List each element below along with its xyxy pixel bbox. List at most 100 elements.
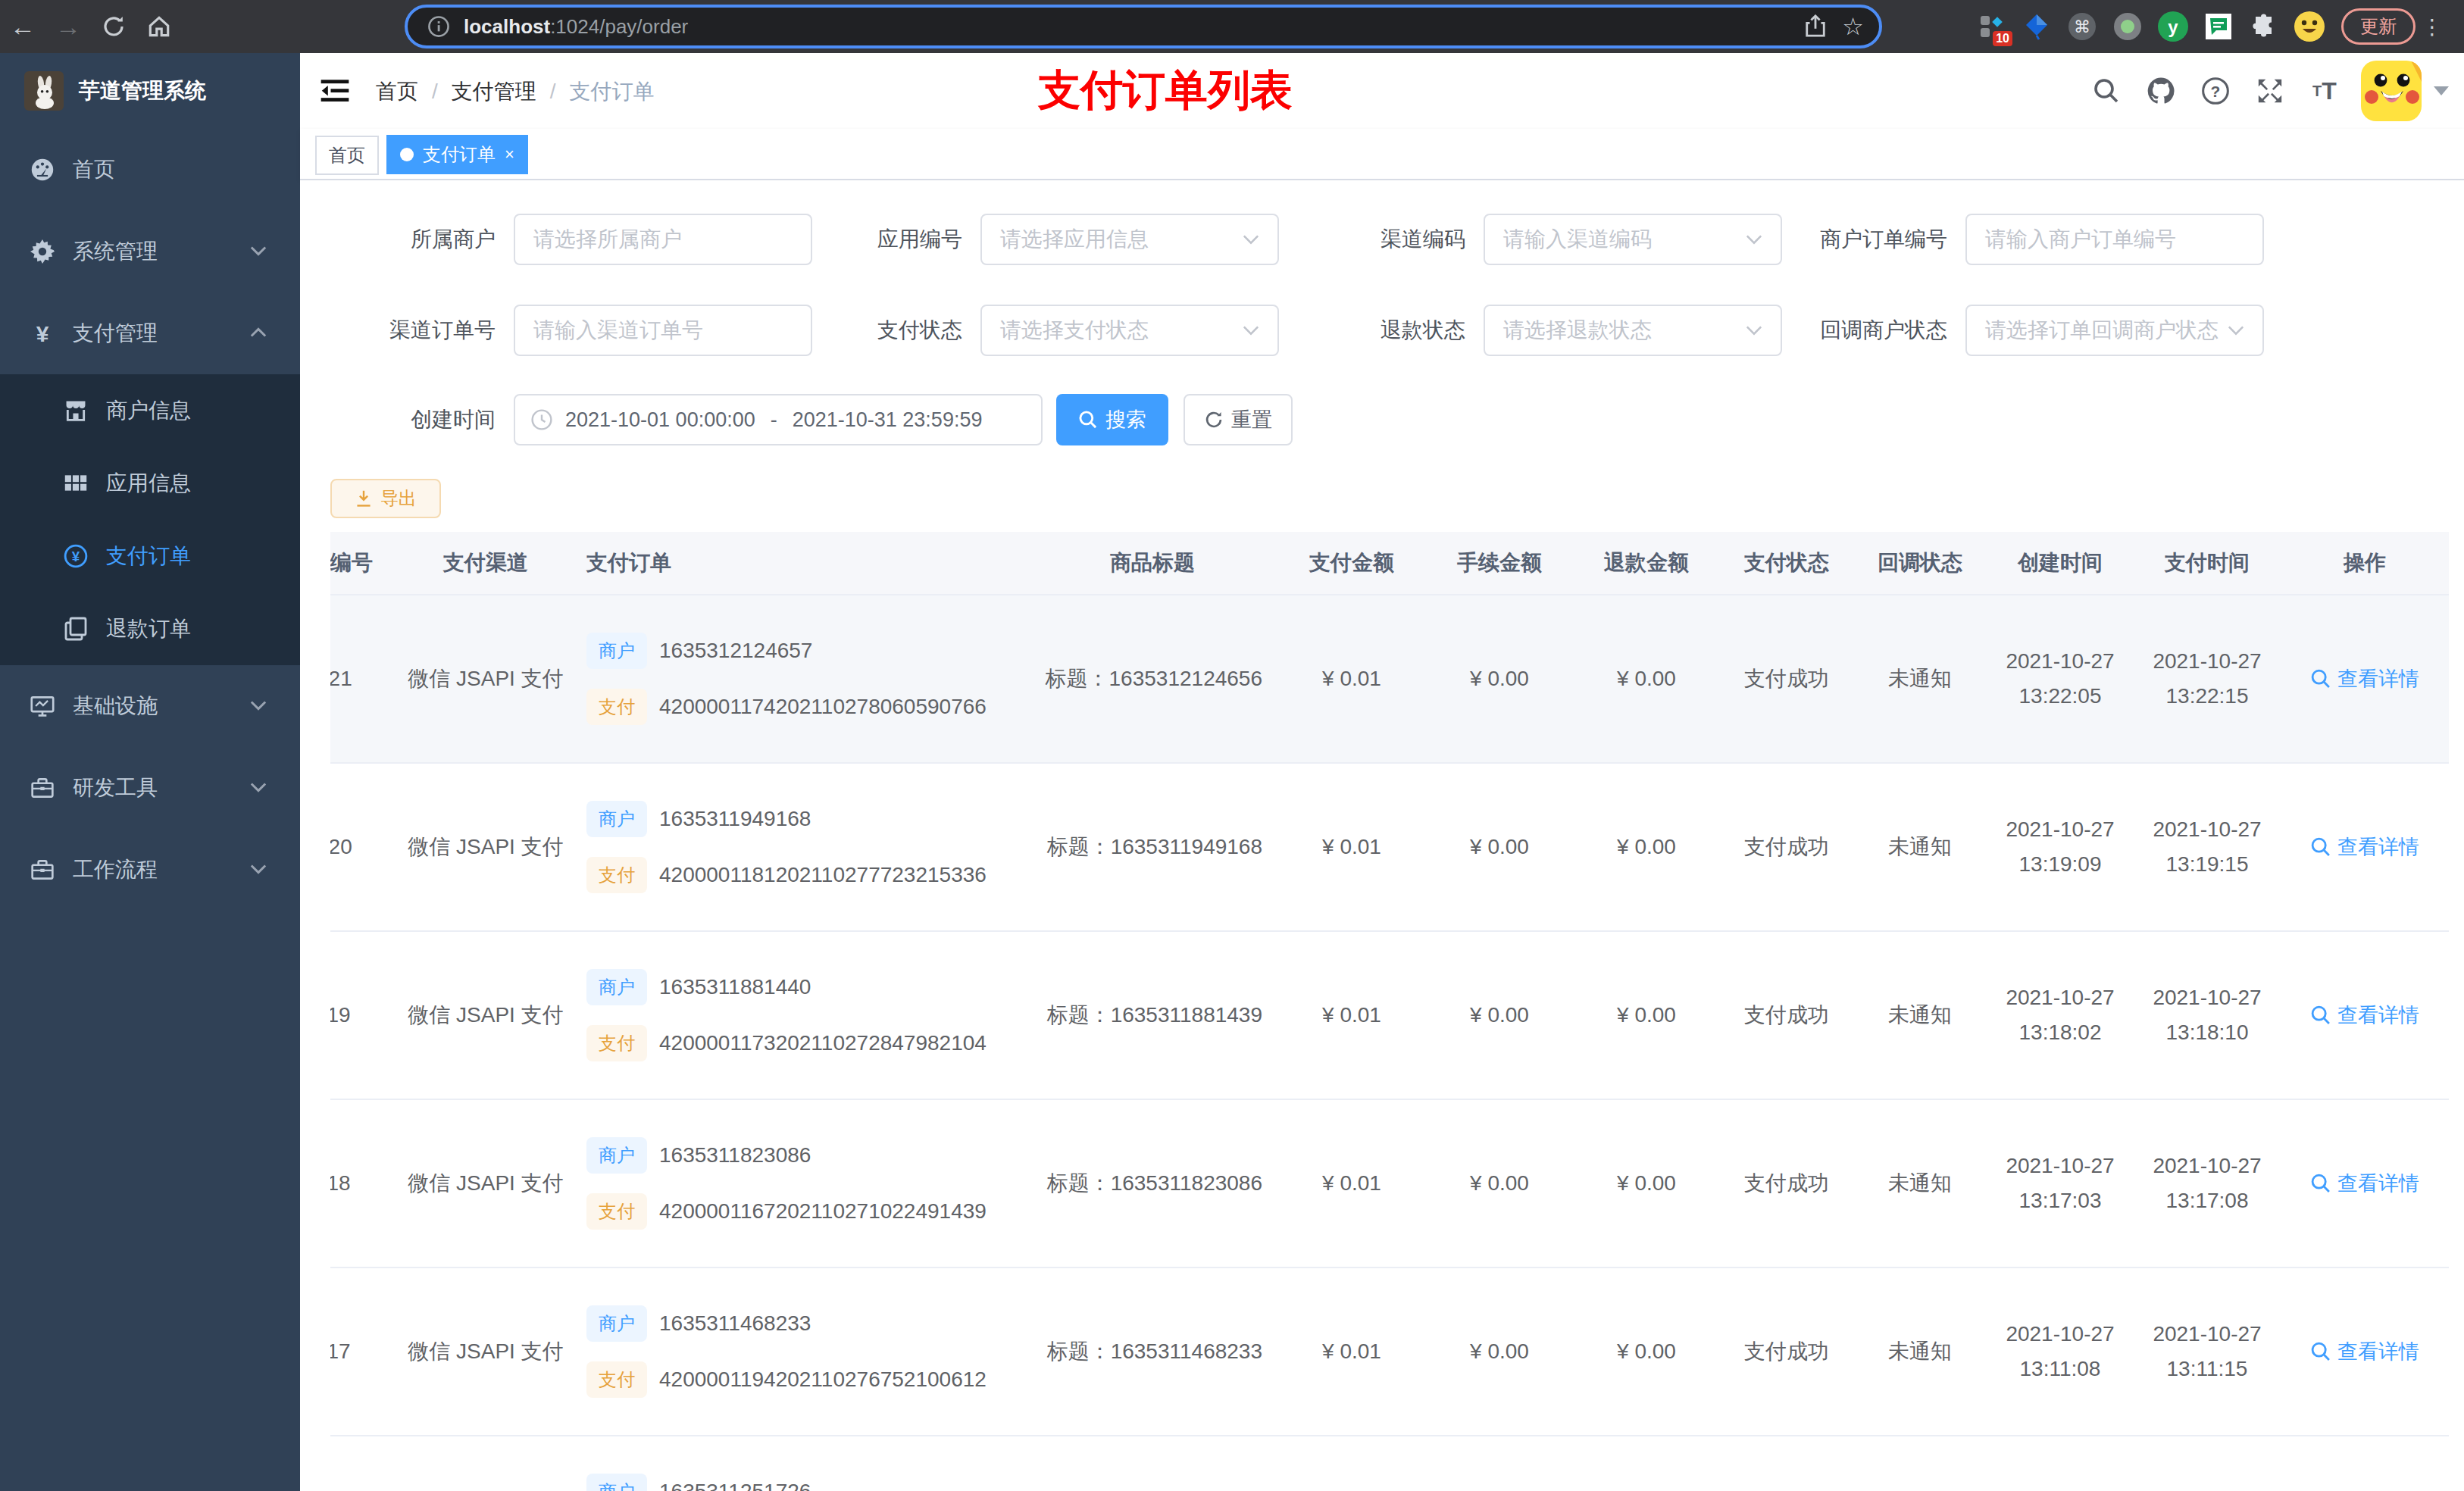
sidebar-toggle-icon[interactable] — [318, 74, 352, 108]
column-header-payTime[interactable]: 支付时间 — [2134, 549, 2281, 577]
breadcrumb-separator: / — [432, 80, 438, 104]
sidebar-item-4[interactable]: 研发工具 — [0, 747, 300, 829]
cell-amount: ¥ 0.01 — [1277, 932, 1426, 1099]
cell-order: 商户1635311881440支付42000011732021102728479… — [580, 932, 1027, 1099]
reset-button[interactable]: 重置 — [1184, 394, 1293, 445]
sidebar-item-label: 首页 — [73, 155, 115, 184]
sidebar-item-3[interactable]: 基础设施 — [0, 665, 300, 747]
column-header-id[interactable]: 编号 — [330, 549, 391, 577]
extension-y-icon[interactable]: y — [2150, 4, 2196, 49]
cell-fee: ¥ 0.00 — [1426, 932, 1573, 1099]
placeholder: 请输入商户订单编号 — [1985, 225, 2176, 254]
user-avatar[interactable] — [2361, 61, 2422, 121]
cell-action — [2281, 1436, 2449, 1491]
briefcase-icon — [30, 857, 55, 883]
tag-view-tab-支付订单[interactable]: 支付订单× — [386, 135, 528, 174]
logo-image — [24, 71, 64, 111]
column-header-notifyStatus[interactable]: 回调状态 — [1853, 549, 1987, 577]
sidebar-item-0[interactable]: 首页 — [0, 129, 300, 211]
profile-avatar-icon[interactable] — [2287, 4, 2332, 49]
sidebar-item-label: 研发工具 — [73, 774, 158, 802]
monitor-icon — [30, 693, 55, 719]
browser-update-button[interactable]: 更新 — [2341, 8, 2416, 45]
cell-order: 商户1635312124657支付42000011742021102780605… — [580, 595, 1027, 762]
extension-command-icon[interactable]: ⌘ — [2059, 4, 2105, 49]
github-icon[interactable] — [2134, 53, 2188, 129]
breadcrumb-item[interactable]: 首页 — [376, 77, 418, 106]
share-icon[interactable] — [1804, 14, 1827, 39]
cell-notifyStatus: 未通知 — [1853, 1100, 1987, 1267]
font-size-icon[interactable]: TT — [2297, 53, 2352, 129]
cell-order: 商户1635311251726支付 — [580, 1436, 1027, 1491]
cell-refund: ¥ 0.00 — [1573, 764, 1720, 930]
sidebar-subitem-应用信息[interactable]: 应用信息 — [0, 447, 300, 520]
cell-title: 标题：1635312124656 — [1027, 595, 1277, 762]
sidebar-subitem-支付订单[interactable]: ¥支付订单 — [0, 520, 300, 592]
column-header-amount[interactable]: 支付金额 — [1277, 549, 1426, 577]
active-tab-dot — [400, 148, 414, 161]
column-header-action[interactable]: 操作 — [2281, 549, 2449, 577]
browser-menu-icon[interactable]: ⋮ — [2422, 14, 2443, 39]
extension-kite-icon[interactable] — [2014, 4, 2059, 49]
cell-id: 117 — [330, 1268, 391, 1435]
merchant-tag: 商户 — [586, 1305, 647, 1342]
extension-dot-icon[interactable] — [2105, 4, 2150, 49]
extension-chat-icon[interactable] — [2196, 4, 2241, 49]
fullscreen-icon[interactable] — [2243, 53, 2297, 129]
filter-input-商户订单编号[interactable]: 请输入商户订单编号 — [1965, 214, 2264, 265]
avatar-caret-icon[interactable] — [2434, 86, 2449, 95]
column-header-refund[interactable]: 退款金额 — [1573, 549, 1720, 577]
reload-button[interactable] — [91, 4, 136, 49]
cell-fee: ¥ 0.00 — [1426, 1100, 1573, 1267]
svg-text:¥: ¥ — [72, 549, 80, 564]
tag-view-tab-首页[interactable]: 首页 — [315, 136, 379, 175]
breadcrumb-item: 支付订单 — [570, 77, 655, 106]
svg-text:¥: ¥ — [36, 321, 49, 346]
sidebar-item-label: 工作流程 — [73, 855, 158, 884]
sidebar-subitem-退款订单[interactable]: 退款订单 — [0, 592, 300, 665]
cell-fee: ¥ 0.00 — [1426, 1268, 1573, 1435]
grid-icon — [64, 470, 88, 496]
merchant-tag: 商户 — [586, 633, 647, 669]
create-time-range-picker[interactable]: 2021-10-01 00:00:00 - 2021-10-31 23:59:5… — [514, 394, 1043, 445]
header-search-icon[interactable] — [2079, 53, 2134, 129]
back-button[interactable]: ← — [0, 4, 45, 49]
breadcrumb-item[interactable]: 支付管理 — [452, 77, 536, 106]
cell-amount — [1277, 1436, 1426, 1491]
sidebar-subitem-商户信息[interactable]: 商户信息 — [0, 374, 300, 447]
address-bar[interactable]: localhost:1024/pay/order ☆ — [405, 5, 1882, 48]
column-header-payStatus[interactable]: 支付状态 — [1720, 549, 1853, 577]
sidebar-item-label: 基础设施 — [73, 692, 158, 720]
placeholder: 请输入渠道订单号 — [533, 316, 703, 345]
home-button[interactable] — [136, 4, 182, 49]
view-detail-link[interactable]: 查看详情 — [2310, 1338, 2419, 1365]
site-info-icon[interactable] — [427, 15, 450, 38]
sidebar-item-5[interactable]: 工作流程 — [0, 829, 300, 911]
svg-text:?: ? — [2211, 83, 2221, 100]
view-detail-link[interactable]: 查看详情 — [2310, 833, 2419, 861]
close-tab-icon[interactable]: × — [505, 145, 514, 164]
view-detail-link[interactable]: 查看详情 — [2310, 665, 2419, 692]
placeholder: 请选择应用信息 — [1000, 225, 1149, 254]
bookmark-star-icon[interactable]: ☆ — [1842, 12, 1864, 41]
table-row-0: 121微信 JSAPI 支付商户1635312124657支付420000117… — [330, 595, 2449, 764]
docs-help-icon[interactable]: ? — [2188, 53, 2243, 129]
column-header-channel[interactable]: 支付渠道 — [391, 549, 580, 577]
cell-title — [1027, 1436, 1277, 1491]
view-detail-link[interactable]: 查看详情 — [2310, 1170, 2419, 1197]
sidebar-item-1[interactable]: 系统管理 — [0, 211, 300, 292]
app-logo[interactable]: 芋道管理系统 — [0, 53, 300, 129]
forward-button[interactable]: → — [45, 4, 91, 49]
sidebar-item-2[interactable]: ¥支付管理 — [0, 292, 300, 374]
view-detail-link[interactable]: 查看详情 — [2310, 1002, 2419, 1029]
export-button[interactable]: 导出 — [330, 479, 441, 518]
column-header-createTime[interactable]: 创建时间 — [1987, 549, 2134, 577]
column-header-fee[interactable]: 手续金额 — [1426, 549, 1573, 577]
column-header-order[interactable]: 支付订单 — [580, 549, 1027, 577]
cell-createTime: 2021-10-2713:22:05 — [1987, 595, 2134, 762]
extensions-puzzle-icon[interactable] — [2241, 4, 2287, 49]
column-header-title[interactable]: 商品标题 — [1027, 549, 1277, 577]
filter-select-回调商户状态[interactable]: 请选择订单回调商户状态 — [1965, 305, 2264, 356]
search-button[interactable]: 搜索 — [1056, 394, 1168, 445]
extension-blocks-icon[interactable]: 10 — [1968, 4, 2014, 49]
